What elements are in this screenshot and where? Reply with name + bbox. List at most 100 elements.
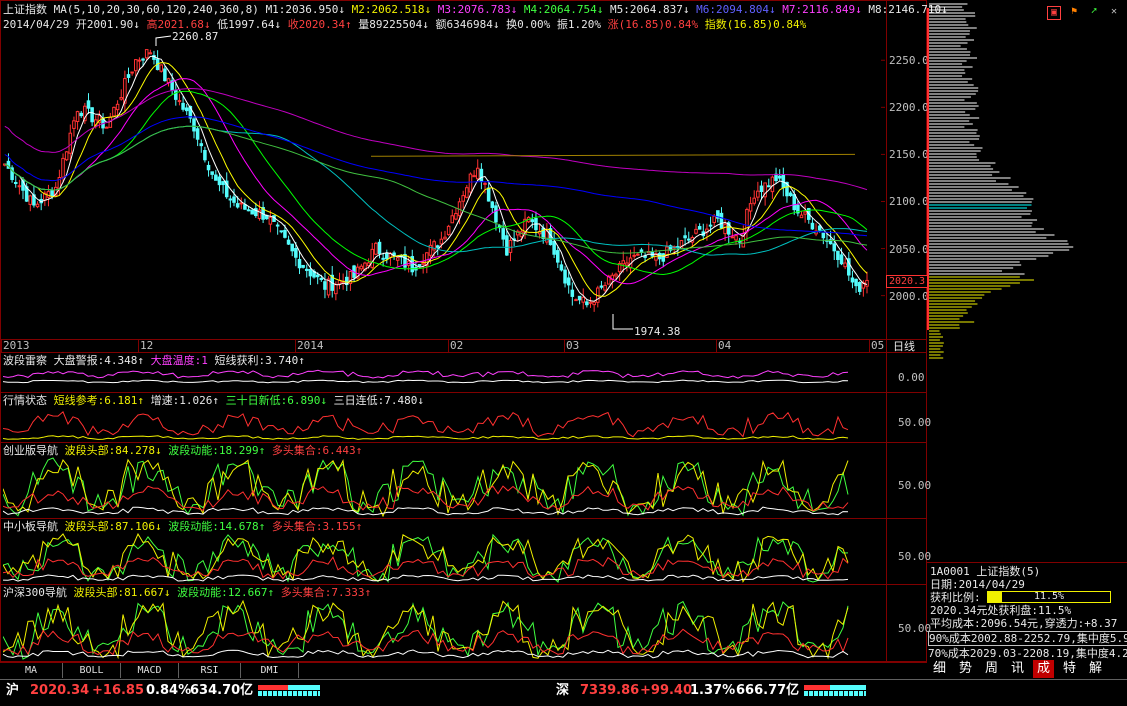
sz-change: +99.40 <box>640 683 693 698</box>
indicator-value: 三十日新低:6.890↓ <box>225 394 334 407</box>
date-axis-label: 05 <box>871 339 885 352</box>
candle-up <box>134 59 138 72</box>
candle-down <box>661 253 666 262</box>
indicator-value: 多头集合:7.333↑ <box>280 586 372 599</box>
indicator-line <box>3 379 849 384</box>
tab-boll[interactable]: BOLL <box>63 663 121 678</box>
tab-cost[interactable]: 成 <box>1033 660 1054 678</box>
indicator-pane-divider <box>0 392 927 393</box>
sh-index[interactable]: 2020.34 <box>30 680 89 702</box>
candle-up <box>35 203 40 208</box>
indicator-plot[interactable] <box>3 407 853 441</box>
tab-dmi[interactable]: DMI <box>241 663 299 678</box>
candle-up <box>603 284 607 291</box>
indicator-plot[interactable] <box>3 533 853 583</box>
period-label[interactable]: 日线 <box>893 340 915 353</box>
chart-header-row1: 上证指数 MA(5,10,20,30,60,120,240,360,8) M1:… <box>3 3 948 16</box>
candle-down <box>279 230 284 233</box>
indicator-name[interactable]: 沪深300导航 <box>3 586 74 599</box>
candle-up <box>519 231 524 238</box>
candle-up <box>166 78 171 84</box>
high-marker-label: 2260.87 <box>172 30 219 43</box>
candle-down <box>79 112 83 117</box>
candle-down <box>181 102 185 110</box>
quote-turnover: 换0.00% <box>506 18 551 31</box>
tab-explain[interactable]: 解 <box>1085 660 1106 678</box>
cost-distribution-chart <box>927 3 1074 359</box>
candle-down <box>817 225 822 231</box>
candle-up <box>574 299 578 302</box>
sz-index[interactable]: 7339.86 <box>580 680 639 702</box>
indicator-header: 行情状态 短线参考:6.181↑ 增速:1.026↑ 三十日新低:6.890↓ … <box>3 394 424 407</box>
resistance-line <box>370 153 856 157</box>
candle-down <box>494 205 498 223</box>
candle-down <box>792 194 797 211</box>
quote-amount: 额6346984↓ <box>435 18 500 31</box>
candle-down <box>719 212 724 229</box>
sh-pct: 0.84% <box>146 683 192 698</box>
candle-down <box>304 268 309 271</box>
stock-name: 上证指数 <box>976 565 1021 578</box>
candle-down <box>788 192 793 197</box>
candle-down <box>435 245 440 248</box>
candle-down <box>50 189 54 197</box>
candle-up <box>17 185 22 188</box>
candle-up <box>104 126 109 129</box>
candle-down <box>283 229 287 238</box>
sh-label: 沪 <box>6 683 20 698</box>
sz-label: 深 <box>556 683 570 698</box>
tab-week[interactable]: 周 <box>981 660 1002 678</box>
indicator-plot[interactable] <box>3 367 853 391</box>
indicator-name[interactable]: 行情状态 <box>3 394 54 407</box>
sz-pct: 1.37% <box>690 683 736 698</box>
date-axis-label: 02 <box>450 339 464 352</box>
candle-up <box>450 215 455 224</box>
candle-up <box>177 100 182 103</box>
candlestick-chart[interactable] <box>1 32 885 338</box>
status-bar: 沪 2020.34 +16.85 0.84% 634.70亿 深 7339.86… <box>0 679 1127 706</box>
candle-up <box>770 176 775 193</box>
indicator-value: 短线参考:6.181↑ <box>53 394 151 407</box>
quote-change: 涨(16.85)0.84% <box>607 18 699 31</box>
stock-code: 1A0001 <box>930 565 970 578</box>
ma-line <box>4 90 868 276</box>
indicator-value: 波段头部:84.278↓ <box>64 444 169 457</box>
indicator-name[interactable]: 创业版导航 <box>3 444 65 457</box>
candle-up <box>454 212 458 220</box>
candle-down <box>297 258 302 269</box>
candle-up <box>461 195 465 202</box>
tab-news[interactable]: 讯 <box>1007 660 1028 678</box>
candle-down <box>301 264 305 268</box>
candle-up <box>592 301 596 306</box>
candle-up <box>748 203 753 212</box>
indicator-tab-bar: MA BOLL MACD RSI DMI <box>0 662 927 678</box>
candle-down <box>13 182 18 185</box>
candle-down <box>192 118 196 132</box>
indicator-plot[interactable] <box>3 457 853 517</box>
candle-down <box>490 201 495 208</box>
price-axis-label: 2150.0 <box>889 148 929 162</box>
candle-up <box>723 223 727 235</box>
indicator-name[interactable]: 波段雷察 <box>3 354 54 367</box>
ma2-value: M2:2062.518↓ <box>351 3 432 16</box>
candle-down <box>850 277 855 283</box>
sz-breadth-bar <box>804 685 866 697</box>
candle-up <box>625 262 629 266</box>
price-axis-label: 2050.0 <box>889 242 929 256</box>
tab-trend[interactable]: 势 <box>955 660 976 678</box>
indicator-plot[interactable] <box>3 599 853 660</box>
tab-ma[interactable]: MA <box>0 663 63 678</box>
indicator-value: 波段动能:14.678↑ <box>168 520 272 533</box>
tab-macd[interactable]: MACD <box>121 663 179 678</box>
indicator-line <box>3 369 849 379</box>
indicator-name[interactable]: 中小板导航 <box>3 520 65 533</box>
candle-down <box>243 204 247 210</box>
candle-up <box>108 116 113 128</box>
candle-down <box>552 240 556 255</box>
candle-down <box>501 228 505 240</box>
tab-rsi[interactable]: RSI <box>179 663 241 678</box>
cost-date: 日期:2014/04/29 <box>930 578 1025 591</box>
tab-feature[interactable]: 特 <box>1059 660 1080 678</box>
date-axis-tick <box>295 340 296 352</box>
tab-detail[interactable]: 细 <box>929 660 950 678</box>
